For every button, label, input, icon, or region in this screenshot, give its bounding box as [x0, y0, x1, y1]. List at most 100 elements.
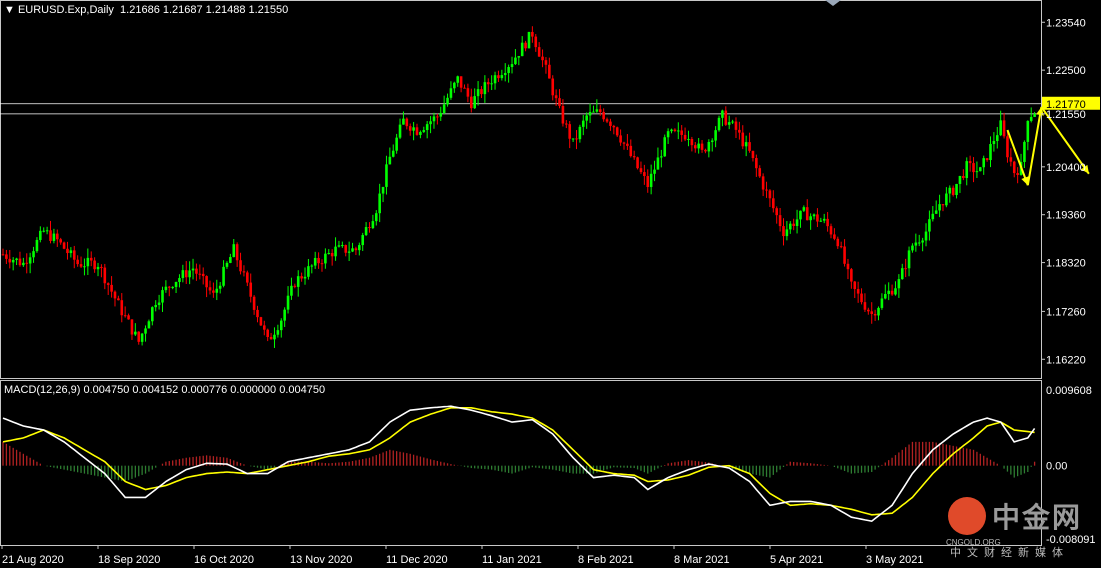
candle-body	[449, 88, 453, 98]
candle-body	[415, 127, 419, 135]
candle-body	[83, 266, 86, 268]
candle-body	[904, 268, 907, 270]
candle-body	[147, 321, 151, 329]
candle-body	[585, 115, 588, 121]
candle-body	[958, 175, 962, 184]
candle-body	[853, 281, 857, 290]
x-tick-label: 11 Jan 2021	[482, 554, 542, 566]
candle-body	[249, 282, 253, 297]
candle-body	[351, 248, 354, 252]
candle-body	[670, 129, 673, 132]
candle-body	[541, 56, 544, 61]
candle-body	[805, 207, 809, 221]
signal-line	[2, 407, 1035, 516]
candle-body	[568, 124, 572, 139]
candle-body	[208, 287, 212, 291]
candle-body	[296, 276, 300, 287]
candle-body	[575, 138, 578, 140]
candle-body	[890, 290, 894, 295]
candle-body	[551, 78, 555, 96]
candle-body	[948, 187, 952, 194]
candle-body	[429, 121, 432, 125]
candle-body	[731, 121, 734, 123]
candle-body	[480, 89, 483, 95]
candle-body	[334, 246, 337, 257]
candle-body	[436, 116, 439, 118]
candle-body	[28, 257, 32, 264]
candle-body	[1009, 157, 1013, 162]
candle-body	[72, 250, 76, 260]
candle-body	[534, 36, 538, 48]
candle-body	[887, 290, 890, 295]
candle-body	[571, 138, 575, 140]
candle-body	[402, 118, 405, 125]
candle-body	[269, 336, 273, 340]
candle-body	[802, 207, 806, 211]
candle-body	[310, 265, 314, 267]
candle-body	[283, 309, 286, 321]
candle-body	[822, 218, 826, 221]
candle-body	[103, 267, 107, 284]
candle-body	[178, 278, 181, 282]
candle-body	[992, 141, 996, 145]
candle-body	[558, 98, 561, 106]
candle-body	[134, 331, 137, 335]
candle-body	[799, 210, 802, 220]
candle-body	[59, 239, 62, 243]
candle-body	[758, 168, 762, 177]
candle-body	[167, 286, 171, 288]
candle-body	[931, 213, 935, 220]
candle-body	[1012, 161, 1016, 174]
candle-body	[632, 156, 636, 158]
macd-lines	[2, 405, 1036, 523]
x-tick-label: 21 Aug 2020	[2, 554, 64, 566]
candle-body	[609, 121, 612, 126]
candle-body	[565, 123, 568, 125]
candle-body	[995, 135, 999, 142]
candle-body	[486, 82, 490, 85]
candle-body	[982, 158, 986, 168]
candles-layer	[1, 26, 1036, 348]
candle-body	[839, 246, 843, 248]
candle-body	[850, 269, 853, 282]
candle-body	[768, 190, 772, 199]
candle-body	[25, 262, 29, 264]
candle-body	[554, 95, 558, 99]
y-tick-label: 1.16220	[1046, 354, 1086, 366]
candle-body	[100, 266, 103, 268]
candle-body	[337, 245, 341, 247]
candle-body	[856, 289, 860, 294]
candle-body	[256, 309, 259, 318]
dropdown-arrow-icon[interactable]: ▼	[4, 4, 18, 16]
candle-body	[537, 47, 541, 57]
candle-body	[907, 250, 911, 269]
candle-body	[588, 112, 592, 116]
candle-body	[999, 120, 1002, 136]
y-tick-label: 1.22500	[1046, 65, 1086, 77]
candle-body	[327, 252, 331, 254]
candle-body	[581, 120, 585, 127]
candle-body	[405, 118, 409, 127]
candle-body	[161, 290, 164, 303]
candle-body	[140, 333, 144, 342]
candle-body	[262, 325, 266, 330]
candle-body	[578, 126, 582, 140]
candle-body	[374, 213, 378, 222]
candle-body	[341, 245, 344, 247]
candle-body	[52, 233, 56, 241]
candle-body	[89, 257, 93, 261]
x-tick-label: 13 Nov 2020	[290, 554, 352, 566]
candle-body	[717, 117, 721, 131]
candle-body	[361, 235, 365, 246]
candle-body	[232, 244, 236, 258]
candle-body	[697, 143, 700, 149]
macd-tick-label: 0.00	[1046, 461, 1067, 473]
candle-body	[412, 127, 415, 131]
candle-body	[629, 145, 633, 157]
candle-body	[812, 214, 816, 217]
candle-body	[55, 233, 59, 240]
candle-body	[198, 273, 202, 275]
x-tick-label: 16 Oct 2020	[194, 554, 254, 566]
candle-body	[439, 112, 443, 117]
logo-name: 中金网	[992, 502, 1083, 533]
